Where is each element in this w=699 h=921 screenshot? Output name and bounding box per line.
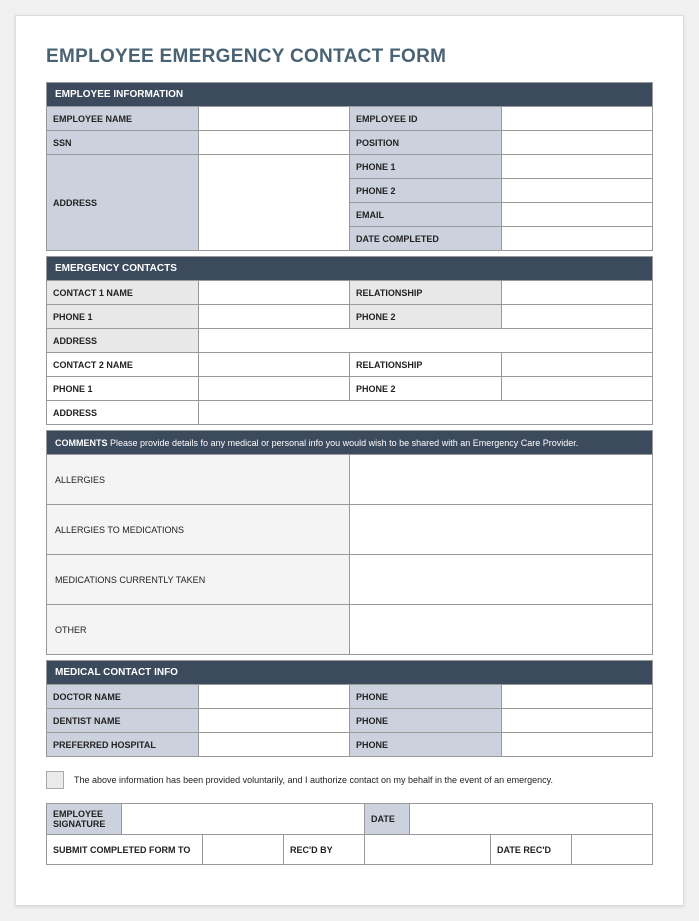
- label-date: DATE: [365, 804, 410, 835]
- input-date-completed[interactable]: [501, 227, 653, 251]
- label-contact2-phone1: PHONE 1: [47, 377, 199, 401]
- input-allergies[interactable]: [350, 455, 653, 505]
- form-page: EMPLOYEE EMERGENCY CONTACT FORM EMPLOYEE…: [15, 15, 684, 906]
- emergency-contacts-header: EMERGENCY CONTACTS: [47, 257, 653, 281]
- input-contact2-address[interactable]: [198, 401, 653, 425]
- employee-info-table: EMPLOYEE INFORMATION EMPLOYEE NAME EMPLO…: [46, 82, 653, 251]
- authorization-text: The above information has been provided …: [74, 775, 553, 785]
- label-contact2-relationship: RELATIONSHIP: [350, 353, 502, 377]
- input-hospital[interactable]: [198, 733, 350, 757]
- input-contact2-name[interactable]: [198, 353, 350, 377]
- label-doctor-phone: PHONE: [350, 685, 502, 709]
- label-contact1-phone2: PHONE 2: [350, 305, 502, 329]
- input-phone1[interactable]: [501, 155, 653, 179]
- input-contact2-phone1[interactable]: [198, 377, 350, 401]
- comments-header-bold: COMMENTS: [55, 438, 108, 448]
- input-recd-by[interactable]: [365, 835, 491, 865]
- label-date-recd: DATE REC'D: [491, 835, 572, 865]
- input-submit-to[interactable]: [203, 835, 284, 865]
- input-allergies-meds[interactable]: [350, 505, 653, 555]
- input-contact1-phone2[interactable]: [501, 305, 653, 329]
- label-contact1-address: ADDRESS: [47, 329, 199, 353]
- input-dentist-phone[interactable]: [501, 709, 653, 733]
- label-hospital-phone: PHONE: [350, 733, 502, 757]
- authorization-row: The above information has been provided …: [46, 771, 653, 789]
- input-medications[interactable]: [350, 555, 653, 605]
- input-employee-name[interactable]: [198, 107, 350, 131]
- employee-info-header: EMPLOYEE INFORMATION: [47, 83, 653, 107]
- label-doctor: DOCTOR NAME: [47, 685, 199, 709]
- input-ssn[interactable]: [198, 131, 350, 155]
- label-phone2: PHONE 2: [350, 179, 502, 203]
- input-position[interactable]: [501, 131, 653, 155]
- label-dentist-phone: PHONE: [350, 709, 502, 733]
- input-doctor-phone[interactable]: [501, 685, 653, 709]
- input-address[interactable]: [198, 155, 350, 251]
- label-hospital: PREFERRED HOSPITAL: [47, 733, 199, 757]
- label-ssn: SSN: [47, 131, 199, 155]
- emergency-contacts-table: EMERGENCY CONTACTS CONTACT 1 NAME RELATI…: [46, 256, 653, 425]
- label-allergies-meds: ALLERGIES TO MEDICATIONS: [47, 505, 350, 555]
- comments-header-text: Please provide details fo any medical or…: [108, 438, 579, 448]
- label-contact2-phone2: PHONE 2: [350, 377, 502, 401]
- label-email: EMAIL: [350, 203, 502, 227]
- input-dentist[interactable]: [198, 709, 350, 733]
- medical-header: MEDICAL CONTACT INFO: [47, 661, 653, 685]
- medical-contact-table: MEDICAL CONTACT INFO DOCTOR NAME PHONE D…: [46, 660, 653, 757]
- label-recd-by: REC'D BY: [284, 835, 365, 865]
- input-contact1-phone1[interactable]: [198, 305, 350, 329]
- label-allergies: ALLERGIES: [47, 455, 350, 505]
- input-hospital-phone[interactable]: [501, 733, 653, 757]
- input-contact2-relationship[interactable]: [501, 353, 653, 377]
- label-date-completed: DATE COMPLETED: [350, 227, 502, 251]
- comments-header: COMMENTS Please provide details fo any m…: [47, 431, 653, 455]
- input-phone2[interactable]: [501, 179, 653, 203]
- input-email[interactable]: [501, 203, 653, 227]
- label-employee-id: EMPLOYEE ID: [350, 107, 502, 131]
- label-dentist: DENTIST NAME: [47, 709, 199, 733]
- label-submit-to: SUBMIT COMPLETED FORM TO: [47, 835, 203, 865]
- input-date[interactable]: [410, 804, 653, 835]
- label-contact1-phone1: PHONE 1: [47, 305, 199, 329]
- label-contact2-name: CONTACT 2 NAME: [47, 353, 199, 377]
- label-contact2-address: ADDRESS: [47, 401, 199, 425]
- input-doctor[interactable]: [198, 685, 350, 709]
- authorization-checkbox[interactable]: [46, 771, 64, 789]
- label-contact1-name: CONTACT 1 NAME: [47, 281, 199, 305]
- input-contact1-address[interactable]: [198, 329, 653, 353]
- label-other: OTHER: [47, 605, 350, 655]
- input-other[interactable]: [350, 605, 653, 655]
- label-medications: MEDICATIONS CURRENTLY TAKEN: [47, 555, 350, 605]
- label-employee-name: EMPLOYEE NAME: [47, 107, 199, 131]
- label-position: POSITION: [350, 131, 502, 155]
- input-contact1-name[interactable]: [198, 281, 350, 305]
- input-employee-id[interactable]: [501, 107, 653, 131]
- signature-table: EMPLOYEE SIGNATURE DATE SUBMIT COMPLETED…: [46, 803, 653, 865]
- comments-table: COMMENTS Please provide details fo any m…: [46, 430, 653, 655]
- label-contact1-relationship: RELATIONSHIP: [350, 281, 502, 305]
- label-address: ADDRESS: [47, 155, 199, 251]
- input-contact1-relationship[interactable]: [501, 281, 653, 305]
- label-phone1: PHONE 1: [350, 155, 502, 179]
- page-title: EMPLOYEE EMERGENCY CONTACT FORM: [46, 46, 653, 68]
- label-employee-signature: EMPLOYEE SIGNATURE: [47, 804, 122, 835]
- input-employee-signature[interactable]: [122, 804, 365, 835]
- input-contact2-phone2[interactable]: [501, 377, 653, 401]
- input-date-recd[interactable]: [572, 835, 653, 865]
